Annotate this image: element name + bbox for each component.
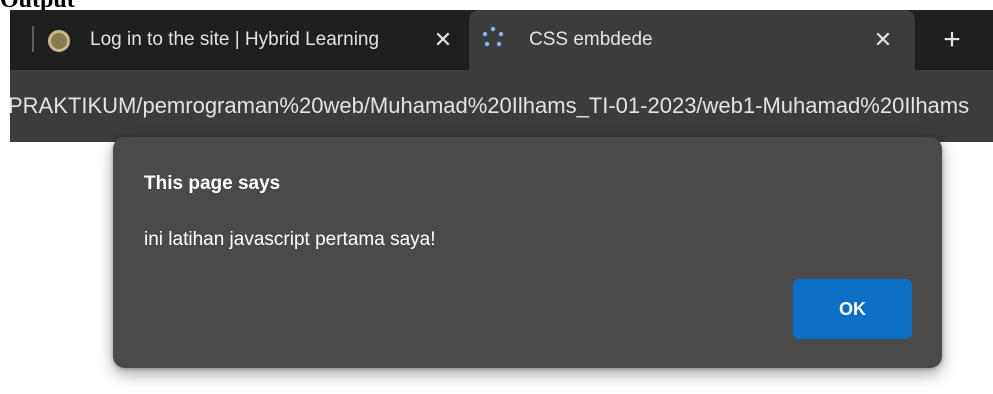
loading-spinner-icon	[482, 26, 504, 47]
dialog-title: This page says	[144, 173, 281, 194]
address-url[interactable]: PRAKTIKUM/pemrograman%20web/Muhamad%20Il…	[10, 93, 969, 119]
new-tab-button[interactable]: +	[935, 23, 969, 57]
browser-window: Log in to the site | Hybrid Learning ✕ C…	[10, 10, 993, 142]
alert-dialog: This page says ini latihan javascript pe…	[113, 137, 942, 368]
dialog-message: ini latihan javascript pertama saya!	[144, 229, 436, 250]
moodle-favicon-icon	[48, 30, 70, 52]
tab-hybrid-learning[interactable]: Log in to the site | Hybrid Learning ✕	[10, 10, 465, 70]
ok-button[interactable]: OK	[793, 279, 912, 339]
address-bar[interactable]: PRAKTIKUM/pemrograman%20web/Muhamad%20Il…	[10, 70, 993, 142]
tab-css-embdede[interactable]: CSS embdede ✕	[469, 10, 915, 70]
tab-separator	[32, 26, 34, 52]
close-tab-icon[interactable]: ✕	[868, 25, 898, 55]
tab-strip: Log in to the site | Hybrid Learning ✕ C…	[10, 10, 993, 70]
tab-title: CSS embdede	[529, 29, 653, 50]
close-tab-icon[interactable]: ✕	[428, 25, 458, 55]
tab-title: Log in to the site | Hybrid Learning	[90, 29, 380, 50]
